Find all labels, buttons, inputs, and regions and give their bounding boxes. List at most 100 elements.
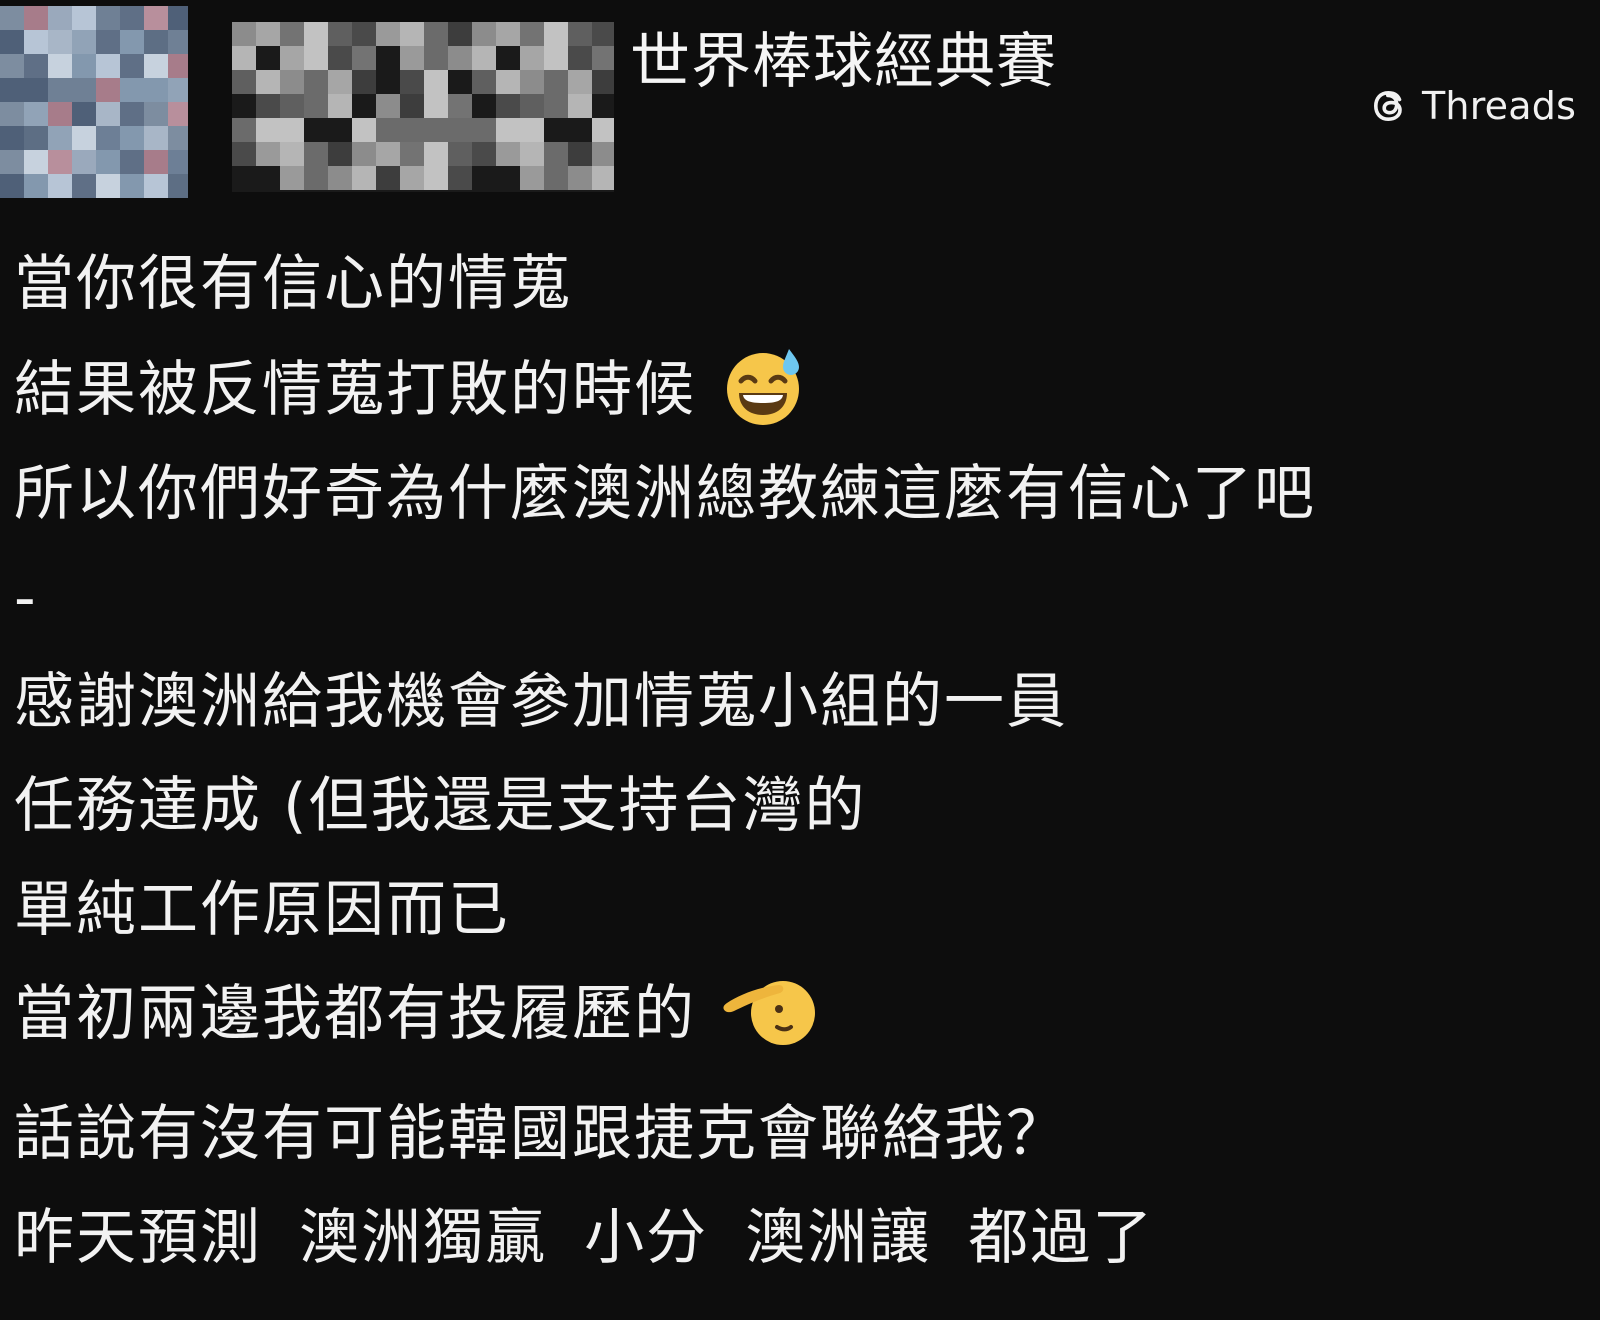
blur-pixel — [120, 6, 144, 30]
blur-pixel — [352, 166, 376, 190]
blur-pixel — [304, 166, 328, 190]
blur-pixel — [144, 102, 168, 126]
blur-pixel — [472, 22, 496, 46]
blur-pixel — [376, 166, 400, 190]
post-line-10: 昨天預測 澳洲獨贏 小分 澳洲讓 都過了 — [14, 1203, 1155, 1273]
blur-pixel — [120, 30, 144, 54]
blur-pixel — [0, 102, 24, 126]
blur-pixel — [48, 102, 72, 126]
blur-pixel — [0, 30, 24, 54]
blur-pixel — [144, 126, 168, 150]
blur-pixel — [24, 150, 48, 174]
grinning-face-with-sweat-icon — [721, 343, 809, 431]
avatar[interactable] — [0, 6, 188, 198]
blur-pixel — [120, 150, 144, 174]
blur-pixel — [424, 22, 448, 46]
post-line-5: 感謝澳洲給我機會參加情蒐小組的一員 — [14, 667, 1068, 737]
blur-pixel — [328, 22, 352, 46]
blur-pixel — [544, 94, 568, 118]
blur-pixel — [0, 54, 24, 78]
blur-pixel — [520, 22, 544, 46]
blur-pixel — [144, 30, 168, 54]
blur-pixel — [448, 46, 472, 70]
blur-pixel — [400, 94, 424, 118]
threads-logo-icon — [1374, 91, 1402, 121]
blur-pixel — [424, 142, 448, 166]
blur-pixel — [376, 142, 400, 166]
blur-pixel — [96, 54, 120, 78]
blur-pixel — [168, 54, 188, 78]
blur-pixel — [424, 46, 448, 70]
blur-pixel — [448, 22, 472, 46]
blur-pixel — [472, 46, 496, 70]
blur-pixel — [120, 126, 144, 150]
blur-pixel — [448, 142, 472, 166]
blur-pixel — [328, 94, 352, 118]
blur-pixel — [96, 30, 120, 54]
blur-pixel — [168, 6, 188, 30]
blur-pixel — [96, 174, 120, 198]
blur-pixel — [280, 22, 304, 46]
blur-pixel — [520, 70, 544, 94]
blur-pixel — [472, 70, 496, 94]
blur-pixel — [592, 118, 614, 142]
post-line-4: - — [14, 563, 38, 633]
blur-pixel — [280, 94, 304, 118]
blur-pixel — [144, 174, 168, 198]
topic-tag[interactable]: 世界棒球經典賽 — [630, 24, 1057, 100]
threads-label: Threads — [1422, 84, 1577, 128]
blur-pixel — [48, 30, 72, 54]
blur-pixel — [72, 30, 96, 54]
blur-pixel — [424, 166, 448, 190]
username[interactable] — [232, 22, 614, 192]
blur-pixel — [48, 174, 72, 198]
blur-pixel — [424, 118, 448, 142]
blur-pixel — [48, 6, 72, 30]
post-line-8: 當初兩邊我都有投履歷的 — [14, 968, 817, 1060]
blur-pixel — [168, 126, 188, 150]
blur-pixel — [48, 78, 72, 102]
blur-pixel — [280, 142, 304, 166]
blur-pixel — [304, 46, 328, 70]
blur-pixel — [72, 102, 96, 126]
blur-pixel — [304, 22, 328, 46]
post-line-6: 任務達成 (但我還是支持台灣的 — [14, 771, 867, 841]
blur-pixel — [232, 46, 256, 70]
blur-pixel — [520, 142, 544, 166]
blur-pixel — [96, 150, 120, 174]
blur-pixel — [544, 142, 568, 166]
blur-pixel — [568, 22, 592, 46]
blur-pixel — [120, 78, 144, 102]
post-line-7: 單純工作原因而已 — [14, 875, 510, 945]
blur-pixel — [168, 102, 188, 126]
blur-pixel — [232, 22, 256, 46]
blur-pixel — [0, 150, 24, 174]
blur-pixel — [24, 102, 48, 126]
blur-pixel — [400, 166, 424, 190]
blur-pixel — [448, 118, 472, 142]
post-line-2-text: 結果被反情蒐打敗的時候 — [14, 355, 696, 425]
blur-pixel — [168, 174, 188, 198]
saluting-face-icon — [721, 969, 817, 1053]
blur-pixel — [0, 78, 24, 102]
blur-pixel — [448, 166, 472, 190]
blur-pixel — [352, 22, 376, 46]
blur-pixel — [568, 70, 592, 94]
blur-pixel — [592, 70, 614, 94]
threads-badge: Threads — [1370, 78, 1576, 134]
blur-pixel — [24, 6, 48, 30]
blur-pixel — [0, 174, 24, 198]
blur-pixel — [568, 94, 592, 118]
blur-pixel — [120, 54, 144, 78]
blur-pixel — [376, 22, 400, 46]
blur-pixel — [72, 174, 96, 198]
blur-pixel — [96, 78, 120, 102]
blur-pixel — [280, 118, 304, 142]
blur-pixel — [144, 78, 168, 102]
blur-pixel — [544, 22, 568, 46]
blur-pixel — [544, 70, 568, 94]
blur-pixel — [520, 94, 544, 118]
blur-pixel — [0, 6, 24, 30]
blur-pixel — [72, 126, 96, 150]
blur-pixel — [48, 150, 72, 174]
